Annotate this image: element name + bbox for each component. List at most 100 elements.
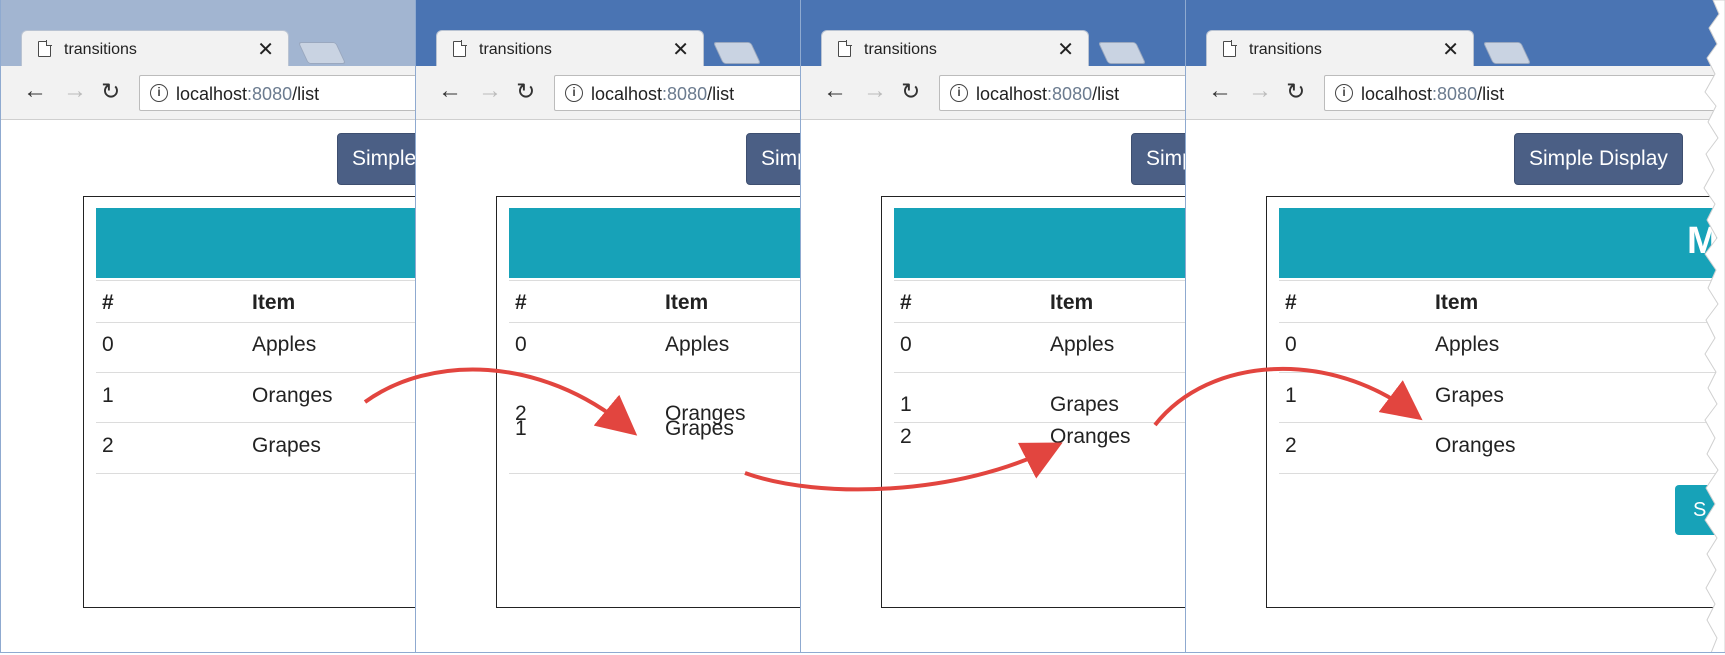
forward-arrow-icon[interactable]: → <box>863 78 887 104</box>
tab-title: transitions <box>1249 41 1322 58</box>
row-number: 2 <box>1285 434 1297 457</box>
page-content: Simple Display # Item 0 Apples 1 Oranges… <box>1 121 415 652</box>
table-divider <box>96 280 415 281</box>
browser-toolbar: ← → ↻ i localhost:8080/list <box>1 66 415 120</box>
table-divider <box>894 473 1215 474</box>
table-divider <box>894 422 1215 423</box>
row-number: 1 <box>102 384 114 407</box>
reload-icon[interactable]: ↻ <box>901 78 920 104</box>
list-panel: # Item 0 Apples 2 Oranges 1 Grapes <box>496 196 830 608</box>
close-icon[interactable]: ✕ <box>257 37 274 62</box>
browser-frame-1: transitions ✕ ← → ↻ i localhost:8080/lis… <box>0 0 415 653</box>
row-item: Grapes <box>1435 384 1504 407</box>
column-header-item: Item <box>1050 291 1094 314</box>
address-bar[interactable]: i localhost:8080/list <box>554 75 830 111</box>
table-divider <box>894 322 1215 323</box>
row-item: Oranges <box>1050 425 1131 448</box>
close-icon[interactable]: ✕ <box>1057 37 1074 62</box>
list-panel: # Item 0 Apples 1 Grapes 2 Oranges <box>881 196 1215 608</box>
back-arrow-icon[interactable]: ← <box>1208 78 1232 104</box>
forward-arrow-icon[interactable]: → <box>478 78 502 104</box>
browser-toolbar: ← → ↻ i localhost:8080/list <box>416 66 830 120</box>
tab-title: transitions <box>864 41 937 58</box>
document-icon <box>38 40 52 57</box>
new-tab-button[interactable] <box>297 42 347 64</box>
url-text: localhost:8080/list <box>591 84 735 104</box>
row-item: Grapes <box>252 434 321 457</box>
forward-arrow-icon[interactable]: → <box>1248 78 1272 104</box>
table-divider <box>509 280 830 281</box>
panel-header <box>894 208 1215 278</box>
table-divider <box>894 280 1215 281</box>
row-item: Apples <box>665 333 730 356</box>
title-bar: transitions ✕ <box>416 0 830 68</box>
address-bar[interactable]: i localhost:8080/list <box>1324 75 1725 111</box>
page-content: Simple Display M # Item 0 Apples 1 Grape… <box>1186 121 1725 652</box>
info-icon[interactable]: i <box>950 84 968 102</box>
forward-arrow-icon[interactable]: → <box>63 78 87 104</box>
title-bar: transitions ✕ <box>801 0 1215 68</box>
document-icon <box>838 40 852 57</box>
new-tab-button[interactable] <box>1482 42 1532 64</box>
row-number: 1 <box>515 417 527 440</box>
new-tab-button[interactable] <box>712 42 762 64</box>
info-icon[interactable]: i <box>150 84 168 102</box>
torn-edge <box>1703 0 1725 652</box>
page-content: Simple Display # Item 0 Apples 1 Grapes … <box>801 121 1215 652</box>
browser-frame-2: transitions ✕ ← → ↻ i localhost:8080/lis… <box>415 0 830 653</box>
table-divider <box>1279 422 1725 423</box>
page-content: Simple Display # Item 0 Apples 2 Oranges… <box>416 121 830 652</box>
info-icon[interactable]: i <box>1335 84 1353 102</box>
table-divider <box>1279 473 1725 474</box>
table-divider <box>894 372 1215 373</box>
row-item: Apples <box>1435 333 1500 356</box>
simple-display-button[interactable]: Simple Display <box>337 133 415 185</box>
row-item: Apples <box>252 333 317 356</box>
browser-tab[interactable]: transitions ✕ <box>821 30 1089 68</box>
tab-title: transitions <box>64 41 137 58</box>
column-header-item: Item <box>665 291 709 314</box>
back-arrow-icon[interactable]: ← <box>23 78 47 104</box>
simple-display-button[interactable]: Simple Display <box>1514 133 1683 185</box>
row-number: 1 <box>1285 384 1297 407</box>
browser-frame-3: transitions ✕ ← → ↻ i localhost:8080/lis… <box>800 0 1215 653</box>
column-header-number: # <box>515 291 527 314</box>
address-bar[interactable]: i localhost:8080/list <box>939 75 1215 111</box>
row-number: 0 <box>102 333 114 356</box>
table-divider <box>509 372 830 373</box>
reload-icon[interactable]: ↻ <box>101 78 120 104</box>
table-divider <box>1279 372 1725 373</box>
url-text: localhost:8080/list <box>176 84 320 104</box>
browser-toolbar: ← → ↻ i localhost:8080/list <box>801 66 1215 120</box>
document-icon <box>453 40 467 57</box>
panel-header: M <box>1279 208 1725 278</box>
column-header-number: # <box>1285 291 1297 314</box>
table-divider <box>96 372 415 373</box>
reload-icon[interactable]: ↻ <box>516 78 535 104</box>
browser-tab[interactable]: transitions ✕ <box>1206 30 1474 68</box>
reload-icon[interactable]: ↻ <box>1286 78 1305 104</box>
row-number: 2 <box>102 434 114 457</box>
back-arrow-icon[interactable]: ← <box>823 78 847 104</box>
title-bar: transitions ✕ <box>1186 0 1725 68</box>
list-panel: # Item 0 Apples 1 Oranges 2 Grapes <box>83 196 415 608</box>
address-bar[interactable]: i localhost:8080/list <box>139 75 415 111</box>
new-tab-button[interactable] <box>1097 42 1147 64</box>
row-item: Oranges <box>1435 434 1516 457</box>
back-arrow-icon[interactable]: ← <box>438 78 462 104</box>
close-icon[interactable]: ✕ <box>1442 37 1459 62</box>
browser-frame-4: transitions ✕ ← → ↻ i localhost:8080/lis… <box>1185 0 1725 653</box>
row-item: Apples <box>1050 333 1115 356</box>
title-bar: transitions ✕ <box>1 0 415 68</box>
panel-header <box>509 208 830 278</box>
table-divider <box>509 473 830 474</box>
column-header-item: Item <box>252 291 296 314</box>
browser-toolbar: ← → ↻ i localhost:8080/list <box>1186 66 1725 120</box>
row-item: Oranges <box>252 384 333 407</box>
table-divider <box>1279 280 1725 281</box>
browser-tab[interactable]: transitions ✕ <box>436 30 704 68</box>
browser-tab[interactable]: transitions ✕ <box>21 30 289 68</box>
column-header-number: # <box>102 291 114 314</box>
close-icon[interactable]: ✕ <box>672 37 689 62</box>
info-icon[interactable]: i <box>565 84 583 102</box>
